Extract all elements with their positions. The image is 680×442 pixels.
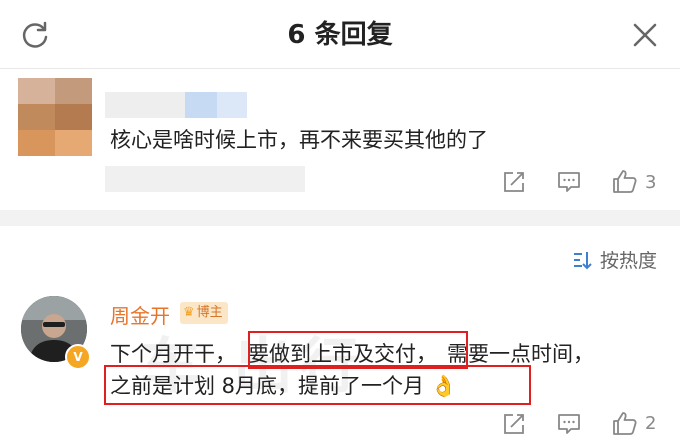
like-icon[interactable] [612, 410, 638, 436]
like-count: 2 [645, 413, 657, 434]
comment-text-part-3: 需要一点时间， [447, 342, 594, 366]
sort-icon [574, 252, 592, 270]
username-blurred [105, 92, 247, 118]
highlight-box [248, 331, 468, 369]
like-icon[interactable] [612, 168, 638, 194]
avatar[interactable] [18, 78, 92, 156]
comment-text-part-1: 下个月开干， [110, 342, 236, 366]
share-icon[interactable] [502, 412, 526, 436]
timestamp-blurred [105, 166, 305, 192]
comment-icon[interactable] [557, 412, 581, 436]
close-icon[interactable] [630, 20, 660, 50]
share-icon[interactable] [502, 170, 526, 194]
dialog-title: 6 条回复 [287, 20, 393, 50]
dialog-header: 6 条回复 [0, 0, 680, 69]
sort-button[interactable]: 按热度 [572, 246, 657, 273]
comment-icon[interactable] [557, 170, 581, 194]
like-count: 3 [645, 172, 657, 193]
section-divider [0, 210, 680, 226]
comment-text: 核心是啥时候上市，再不来要买其他的了 [110, 128, 488, 152]
sort-label: 按热度 [600, 250, 658, 272]
verified-badge-icon: V [65, 344, 91, 370]
highlight-box [104, 365, 531, 405]
